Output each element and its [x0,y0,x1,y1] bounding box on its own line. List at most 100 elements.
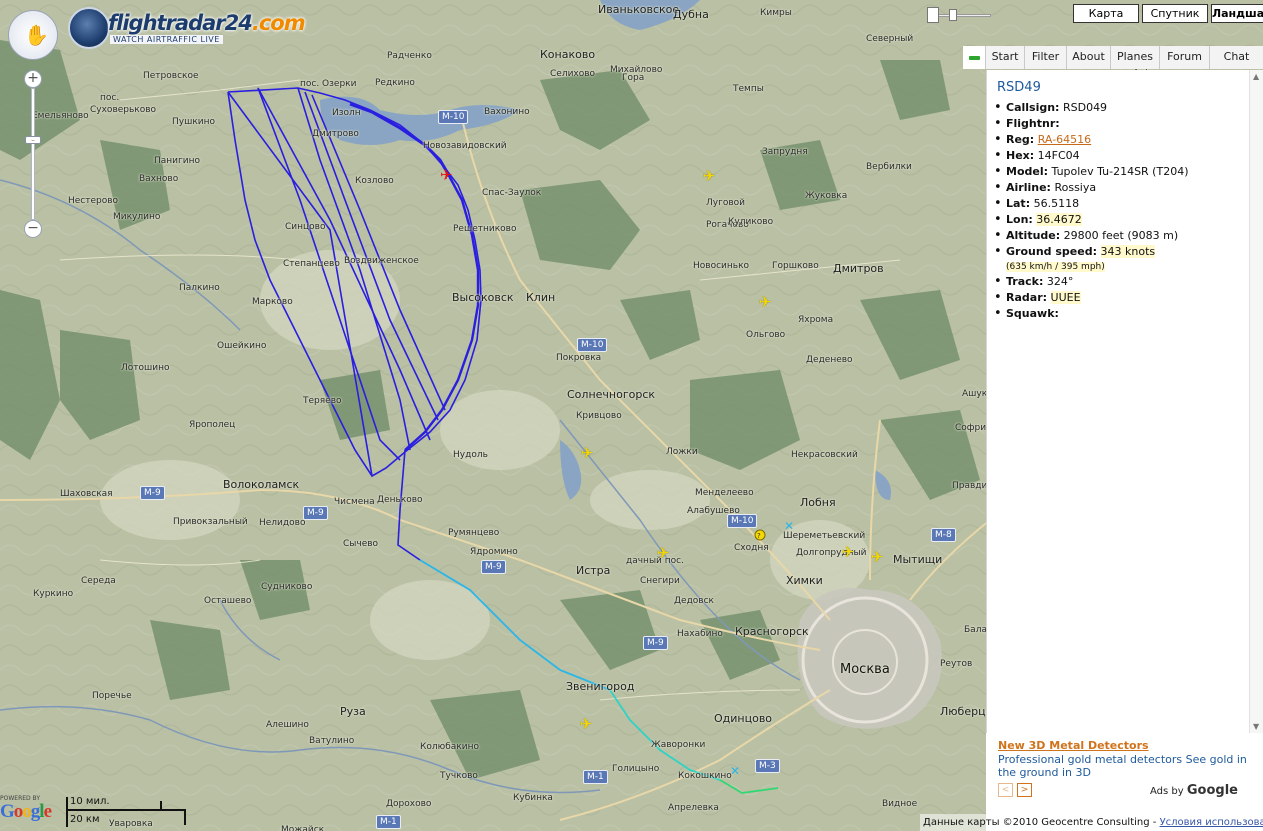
place-label: Нахабино [677,629,723,639]
place-label: Горшково [772,261,819,271]
panel-scrollbar[interactable]: ▲ ▼ [1249,70,1263,733]
zoom-in-button[interactable]: + [24,70,42,88]
google-logo[interactable]: POWERED BY Google [0,795,64,831]
place-label: Шаховская [60,489,113,499]
place-label: Ольгово [746,330,786,340]
place-label: Алешино [266,720,309,730]
place-label: Воздвиженское [344,256,419,266]
highway-shield: M-9 [481,560,506,574]
aircraft-icon[interactable]: ✈ [578,716,594,732]
field-radar: Radar: UUEE [994,290,1188,306]
place-label: Куликово [728,217,774,227]
place-label: Ярополец [189,420,236,430]
overlay-opacity-slider[interactable] [927,7,993,23]
flightradar24-logo[interactable]: flightradar24.com WATCH AIRTRAFFIC LIVE [68,7,306,53]
opacity-track [933,14,991,17]
highway-shield: M-1 [376,815,401,829]
aircraft-icon[interactable]: ✈ [840,544,856,560]
place-label: Деньково [377,495,423,505]
field-callsign: Callsign: RSD049 [994,100,1188,116]
tab-about[interactable]: About [1066,46,1110,69]
scroll-up-icon[interactable]: ▲ [1253,72,1259,81]
aircraft-icon[interactable]: ✈ [869,549,885,565]
place-label: Сычево [343,539,379,549]
place-label: пос. [100,93,120,103]
place-label: Истра [576,564,611,577]
place-label: Москва [840,662,890,677]
selected-aircraft-icon[interactable]: ✈ [440,166,453,184]
radar-logo-icon [68,7,110,49]
place-label: Середа [81,576,116,586]
ad-text-link[interactable]: Professional gold metal detectors See go… [998,753,1248,779]
place-label: Новосинько [693,261,750,271]
map-type-map-button[interactable]: Карта [1073,4,1139,23]
place-label: Северный [866,34,914,44]
highway-shield: M-9 [643,636,668,650]
scale-bar [66,797,186,827]
place-label: Судниково [261,582,313,592]
place-label: Микулино [113,212,161,222]
opacity-handle-left[interactable] [927,7,939,23]
highway-shield: M-10 [727,514,758,528]
map-copyright: Данные карты ©2010 Geocentre Consulting … [920,814,1263,831]
place-label: Петровское [143,71,199,81]
place-label: Новозавидовский [423,141,507,151]
highway-shield: M-1 [583,770,608,784]
tab-filter[interactable]: Filter [1024,46,1066,69]
highway-shield: M-8 [931,528,956,542]
zoom-out-button[interactable]: − [24,220,42,238]
unknown-aircraft-icon[interactable]: ? [757,532,761,540]
ads-by-google[interactable]: Ads by Google [1150,783,1238,798]
place-label: пос. Озерки [300,79,357,89]
registration-link[interactable]: RA-64516 [1038,133,1091,146]
place-label: Изолн [332,108,361,118]
aircraft-icon[interactable]: ✈ [579,445,595,461]
place-label: Иваньковское [598,3,680,16]
aircraft-icon[interactable]: ✈ [701,168,717,184]
place-label: Решетниково [453,224,517,234]
highway-shield: M-9 [303,506,328,520]
aircraft-icon[interactable]: ✈ [655,545,671,561]
place-label: Голицыно [612,764,660,774]
field-airline: Airline: Rossiya [994,180,1188,196]
place-label: Дмитров [833,262,884,275]
opacity-handle[interactable] [949,9,957,21]
aircraft-icon[interactable]: ✈ [757,294,773,310]
field-hex: Hex: 14FC04 [994,148,1188,164]
place-label: Запрудня [762,147,808,157]
place-label: Волоколамск [223,478,300,491]
place-label: Редкино [375,78,415,88]
place-label: Ядромино [470,547,518,557]
place-label: Вахонино [484,107,530,117]
place-label: Палкино [179,283,220,293]
pan-control[interactable]: ✋ [8,10,58,60]
place-label: Красногорск [735,625,809,638]
map-type-satellite-button[interactable]: Спутник [1142,4,1208,23]
place-label: Темпы [733,84,764,94]
map-type-terrain-button[interactable]: Ландшафт [1211,4,1263,23]
place-label: Синцово [285,222,326,232]
place-label: Менделеево [695,488,754,498]
field-altitude: Altitude: 29800 feet (9083 m) [994,228,1188,244]
place-label: Яхрома [798,315,834,325]
tab-start[interactable]: Start [985,46,1024,69]
ad-prev-button[interactable]: < [998,783,1013,797]
zoom-control[interactable]: + – − [24,70,42,240]
place-label: Жаворонки [651,740,706,750]
scroll-down-icon[interactable]: ▼ [1253,722,1259,731]
zoom-slider-track[interactable] [31,88,35,220]
tab-planes[interactable]: Planes [1110,46,1159,69]
panel-collapse-button[interactable] [963,46,985,69]
map-type-switcher: Карта Спутник Ландшафт [1070,4,1263,23]
place-label: Вахново [139,174,179,184]
place-label: Дедовск [674,596,714,606]
place-label: Ватулино [309,736,355,746]
ad-title-link[interactable]: New 3D Metal Detectors [998,739,1149,752]
tab-chat[interactable]: Chat [1209,46,1263,69]
tab-forum[interactable]: Forum [1159,46,1209,69]
place-label: Лобня [800,496,836,509]
terms-of-use-link[interactable]: Условия использования [1160,817,1263,828]
ad-next-button[interactable]: > [1017,783,1032,797]
hand-icon: ✋ [24,23,49,47]
zoom-slider-thumb[interactable]: – [25,136,41,144]
